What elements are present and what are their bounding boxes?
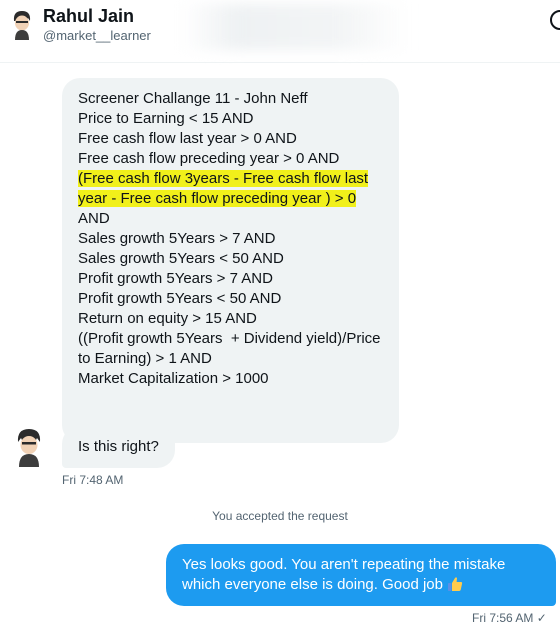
reply-meta: Fri 7:56 AM ✓ [472,611,547,625]
avatar[interactable] [7,8,37,42]
message-timestamp: Fri 7:48 AM [62,473,124,487]
avatar[interactable] [10,426,48,468]
message-bubble-question: Is this right? [62,426,175,468]
message-line: Price to Earning < 15 AND [78,110,254,127]
checkmark-icon: ✓ [536,611,547,625]
message-line: Profit growth 5Years < 50 AND [78,290,282,307]
contact-handle: @market__learner [43,28,151,43]
highlighted-line: (Free cash flow 3years - Free cash flow … [78,170,369,187]
message-line: Free cash flow preceding year > 0 AND [78,150,340,167]
message-line: Free cash flow last year > 0 AND [78,130,297,147]
message-line: AND [78,210,110,227]
message-line: Profit growth 5Years > 7 AND [78,270,273,287]
blurred-region [180,4,410,50]
conversation-header: Rahul Jain @market__learner [0,0,560,63]
message-line: to Earning) > 1 AND [78,350,212,367]
highlighted-line: year - Free cash flow preceding year ) >… [78,190,357,207]
message-timestamp: Fri 7:56 AM [472,611,534,625]
message-line: Return on equity > 15 AND [78,310,257,327]
contact-name: Rahul Jain [43,6,135,26]
message-line: Market Capitalization > 1000 [78,370,269,387]
message-bubble-screener: Screener Challange 11 - John Neff Price … [62,78,399,443]
message-line: Screener Challange 11 - John Neff [78,90,308,107]
system-notice: You accepted the request [212,509,348,523]
message-line: Sales growth 5Years < 50 AND [78,250,284,267]
message-line: Sales growth 5Years > 7 AND [78,230,276,247]
info-icon[interactable] [550,10,560,30]
thumbs-up-icon [448,577,463,591]
message-bubble-reply: Yes looks good. You aren't repeating the… [166,544,556,606]
message-line: ((Profit growth 5Years + Dividend yield)… [78,330,381,347]
